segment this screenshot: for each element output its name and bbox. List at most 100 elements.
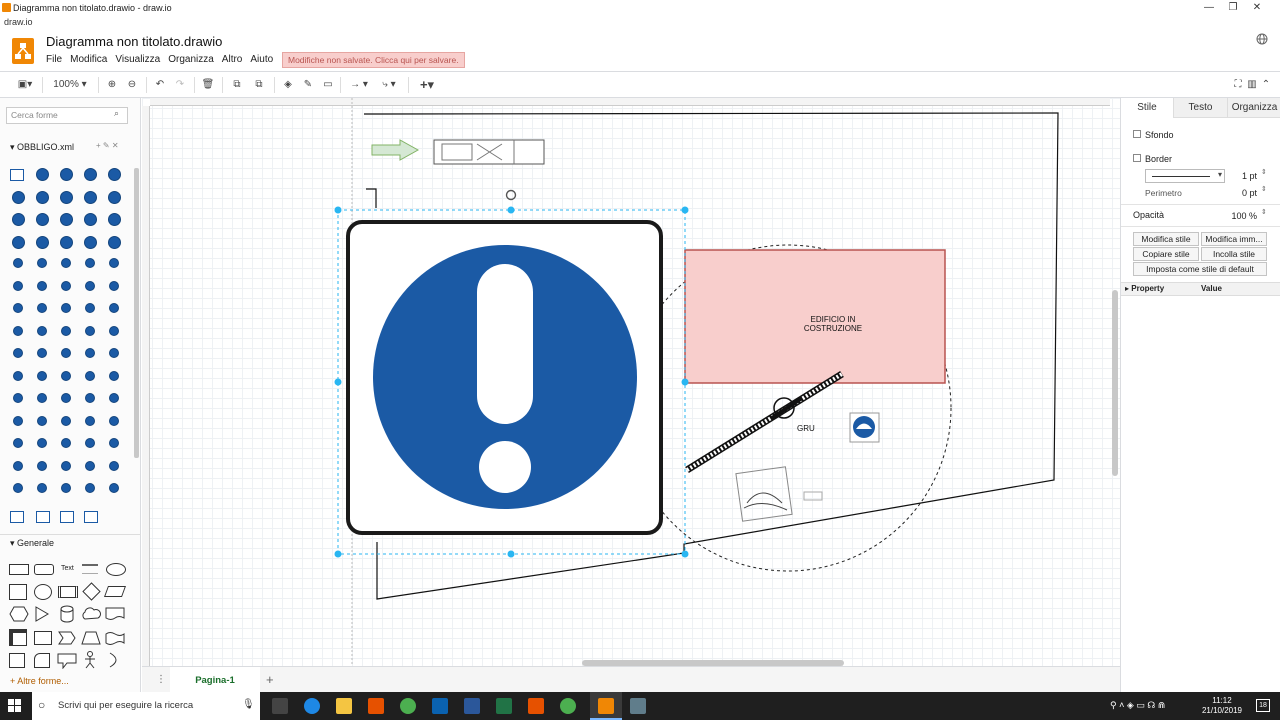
page-menu-icon[interactable]: ⋮ (156, 674, 166, 685)
sign-obbligo-icon[interactable] (13, 325, 23, 336)
sign-obbligo-icon[interactable] (13, 303, 23, 313)
to-back-icon[interactable]: ⧉ (250, 77, 268, 93)
system-clock[interactable]: 11:12 21/10/2019 (1202, 696, 1242, 716)
sign-obbligo-icon[interactable] (36, 191, 49, 204)
excavator-drawing[interactable] (735, 466, 823, 522)
fill-color-icon[interactable]: ◈ (280, 77, 296, 93)
sign-obbligo-icon[interactable] (36, 511, 50, 523)
sign-obbligo-icon[interactable] (12, 236, 25, 249)
paste-style-button[interactable]: Incolla stile (1201, 247, 1267, 261)
sign-obbligo-icon[interactable] (60, 213, 73, 226)
connection-style-icon[interactable]: → ▾ (346, 77, 372, 93)
sign-obbligo-icon[interactable] (61, 393, 71, 403)
border-pattern-select[interactable]: ▾ (1145, 169, 1225, 183)
chrome-icon[interactable] (400, 698, 416, 714)
sign-obbligo-icon[interactable] (36, 236, 49, 249)
library-header-obbligo[interactable]: ▾ OBBLIGO.xml (0, 139, 141, 155)
sign-obbligo-icon[interactable] (85, 370, 95, 381)
menu-visualizza[interactable]: Visualizza (115, 54, 160, 65)
waypoints-icon[interactable]: ⤷ ▾ (376, 77, 402, 93)
sign-obbligo-icon[interactable] (108, 236, 121, 249)
language-globe-icon[interactable] (1256, 33, 1268, 48)
sign-obbligo-icon[interactable] (109, 438, 119, 448)
sign-obbligo-icon[interactable] (12, 191, 25, 204)
search-icon[interactable]: ⌕ (114, 108, 119, 119)
system-tray-icons[interactable]: ⚲ ˄ ◈ ▭ ☊ ⋒ (1110, 700, 1165, 711)
rectangle-shape[interactable] (9, 564, 29, 575)
sign-obbligo-icon[interactable] (61, 303, 71, 313)
border-width-value[interactable]: 1 pt (1229, 171, 1257, 181)
sign-obbligo-icon[interactable] (13, 438, 23, 448)
app-icon[interactable] (368, 698, 384, 714)
site-boundary-corner[interactable] (366, 188, 377, 208)
drawio-taskbar-button[interactable] (590, 692, 622, 720)
sign-obbligo-icon[interactable] (109, 483, 119, 493)
sign-obbligo-icon[interactable] (84, 236, 97, 249)
tab-stile[interactable]: Stile (1121, 98, 1173, 118)
line-color-icon[interactable]: ✎ (300, 77, 316, 93)
sign-obbligo-icon[interactable] (37, 303, 47, 313)
windows-start-icon[interactable] (8, 699, 22, 716)
sign-obbligo-icon[interactable] (37, 393, 47, 403)
sign-obbligo-icon[interactable] (60, 168, 73, 181)
vertical-scrollbar[interactable] (1112, 290, 1118, 476)
sign-obbligo-icon[interactable] (61, 438, 71, 448)
sign-obbligo-icon[interactable] (61, 460, 71, 471)
sign-obbligo-icon[interactable] (37, 258, 47, 268)
sign-obbligo-icon[interactable] (61, 280, 71, 291)
callout-shape[interactable] (57, 653, 77, 672)
sign-obbligo-icon[interactable] (109, 460, 119, 471)
sign-obbligo-icon[interactable] (61, 415, 71, 426)
sign-obbligo-icon[interactable] (108, 213, 121, 226)
edit-style-button[interactable]: Modifica stile (1133, 232, 1199, 246)
sign-obbligo-icon[interactable] (37, 348, 47, 358)
file-explorer-icon[interactable] (336, 698, 352, 714)
page-tab[interactable]: Pagina-1 (170, 667, 260, 693)
more-shapes-link[interactable]: + Altre forme... (10, 676, 69, 686)
sign-obbligo-icon[interactable] (37, 370, 47, 381)
sign-obbligo-icon[interactable] (109, 280, 119, 291)
library-actions-icon[interactable]: + ✎ ✕ (96, 141, 119, 150)
sign-obbligo-icon[interactable] (13, 460, 23, 471)
sign-obbligo-icon[interactable] (85, 460, 95, 471)
edit-image-button[interactable]: Modifica imm... (1201, 232, 1267, 246)
perimeter-value[interactable]: 0 pt (1229, 188, 1257, 198)
note-shape[interactable] (9, 653, 25, 668)
format-panel-toggle-icon[interactable]: ▣▾ (14, 77, 36, 93)
opacity-value[interactable]: 100 % (1225, 211, 1257, 221)
stepper-icon[interactable]: ⇕ (1261, 185, 1267, 193)
sign-obbligo-icon[interactable] (12, 213, 25, 226)
sign-obbligo-icon[interactable] (85, 303, 95, 313)
sign-obbligo-icon[interactable] (84, 191, 97, 204)
stepper-icon[interactable]: ⇕ (1261, 208, 1267, 216)
library-header-generale[interactable]: ▾ Generale (0, 534, 141, 550)
sign-obbligo-icon[interactable] (36, 168, 49, 181)
rotate-handle-icon[interactable] (505, 189, 517, 201)
hexagon-shape[interactable] (9, 606, 29, 625)
set-default-style-button[interactable]: Imposta come stile di default (1133, 262, 1267, 276)
tab-testo[interactable]: Testo (1173, 98, 1227, 118)
cube-shape[interactable] (34, 631, 52, 645)
undo-icon[interactable]: ↶ (152, 77, 168, 93)
sign-obbligo-icon[interactable] (108, 191, 121, 204)
text-shape[interactable]: Text (61, 565, 74, 572)
circle-shape[interactable] (34, 584, 52, 600)
sign-obbligo-icon[interactable] (109, 370, 119, 381)
triangle-shape[interactable] (34, 606, 50, 625)
sign-obbligo-icon[interactable] (37, 483, 47, 493)
tab-organizza[interactable]: Organizza (1227, 98, 1280, 118)
parallelogram-shape[interactable] (103, 586, 127, 597)
fullscreen-icon[interactable]: ⛶ (1232, 77, 1244, 93)
card-shape[interactable] (34, 653, 50, 668)
tape-shape[interactable] (105, 631, 125, 648)
sign-obbligo-icon[interactable] (60, 511, 74, 523)
sign-obbligo-icon[interactable] (85, 348, 95, 358)
actor-shape[interactable] (84, 651, 96, 672)
sign-obbligo-icon[interactable] (13, 280, 23, 291)
document-title[interactable]: Diagramma non titolato.drawio (46, 34, 222, 49)
task-view-icon[interactable] (272, 698, 288, 714)
copy-style-button[interactable]: Copiare stile (1133, 247, 1199, 261)
step-shape[interactable] (58, 631, 76, 648)
trapezoid-shape[interactable] (81, 631, 101, 648)
shape-search-input[interactable]: Cerca forme (6, 107, 128, 124)
